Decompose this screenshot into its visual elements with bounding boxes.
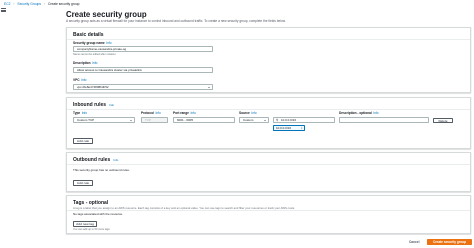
info-link[interactable]: Info: [82, 111, 87, 115]
chevron-down-icon: [208, 86, 210, 88]
security-group-name-input[interactable]: companyName-cassandra-private-sg: [73, 46, 213, 52]
breadcrumb-current: Create security group: [47, 2, 80, 7]
basic-details-heading: Basic details: [73, 32, 104, 38]
rule-description-input[interactable]: [339, 117, 429, 123]
tags-limit-text: You can add up to 50 more tags: [73, 228, 110, 231]
outbound-empty-text: This security group has no outbound rule…: [73, 168, 130, 172]
security-group-name-label: Security group name Info: [73, 41, 112, 45]
info-link[interactable]: Info: [251, 111, 256, 115]
search-icon: ⚲: [276, 118, 279, 122]
info-link[interactable]: Info: [373, 111, 378, 115]
cancel-button[interactable]: Cancel: [409, 240, 419, 244]
info-link[interactable]: Info: [113, 158, 118, 162]
outbound-rules-heading: Outbound rules Info: [73, 157, 119, 163]
protocol-input: TCP: [141, 117, 168, 123]
add-new-tag-button[interactable]: Add new tag: [73, 221, 97, 227]
divider: [67, 164, 470, 165]
tags-empty-text: No tags associated with the resource.: [73, 212, 124, 216]
close-icon[interactable]: ×: [301, 126, 303, 131]
info-link[interactable]: Info: [92, 61, 97, 65]
info-link[interactable]: Info: [106, 41, 111, 45]
chevron-right-icon: ›: [13, 2, 15, 7]
info-link[interactable]: Info: [155, 111, 160, 115]
col-port-range: Port range Info: [173, 111, 196, 115]
chevron-right-icon: ›: [43, 2, 46, 7]
col-source: Source Info: [239, 111, 257, 115]
add-outbound-rule-button[interactable]: Add rule: [73, 180, 93, 186]
info-link[interactable]: Info: [109, 103, 114, 107]
inbound-rules-heading: Inbound rules Info: [73, 102, 115, 108]
info-link[interactable]: Info: [190, 111, 195, 115]
delete-rule-button[interactable]: Delete: [433, 117, 453, 123]
cidr-token: 10.0.0.0/16 ×: [273, 125, 305, 131]
col-protocol: Protocol Info: [141, 111, 161, 115]
breadcrumb-ec2[interactable]: EC2: [4, 2, 10, 6]
divider: [67, 210, 470, 211]
outbound-rules-panel: Outbound rules Info This security group h…: [66, 152, 471, 192]
add-inbound-rule-button[interactable]: Add rule: [73, 138, 93, 144]
tags-panel: Tags - optional A tag is a label that yo…: [66, 195, 471, 234]
vpc-select[interactable]: vpc-0fe8e474808b4b52: [73, 84, 213, 90]
source-select[interactable]: Custom: [239, 117, 269, 123]
col-type: Type Info: [73, 111, 88, 115]
info-link[interactable]: Info: [81, 78, 86, 82]
breadcrumb-security-groups[interactable]: Security Groups: [17, 2, 41, 6]
basic-details-panel: Basic details Security group name Info co…: [66, 27, 471, 93]
vpc-label: VPC Info: [73, 78, 87, 82]
description-label: Description Info: [73, 61, 98, 65]
menu-icon[interactable]: [1, 8, 6, 12]
divider: [67, 39, 470, 40]
inbound-rules-panel: Inbound rules Info Type Info Protocol Info …: [66, 97, 471, 149]
page-description: A security group acts as a virtual firew…: [66, 19, 286, 23]
breadcrumb: EC2 › Security Groups › Create security …: [4, 2, 80, 6]
chevron-down-icon: [264, 119, 266, 121]
create-security-group-button[interactable]: Create security group: [427, 239, 472, 245]
chevron-down-icon: [130, 119, 132, 121]
page-title: Create security group: [66, 10, 147, 19]
col-description: Description - optional Info: [339, 111, 379, 115]
type-select[interactable]: Custom TCP: [73, 117, 135, 123]
name-hint: Name cannot be edited after creation.: [73, 53, 117, 56]
cidr-search-input[interactable]: ⚲ 10.0.0.0/16: [273, 117, 335, 123]
port-range-input[interactable]: 6001 - 6005: [173, 117, 235, 123]
divider: [67, 109, 470, 110]
description-input[interactable]: Allow access to Cassandra cluster via pr…: [73, 67, 213, 73]
